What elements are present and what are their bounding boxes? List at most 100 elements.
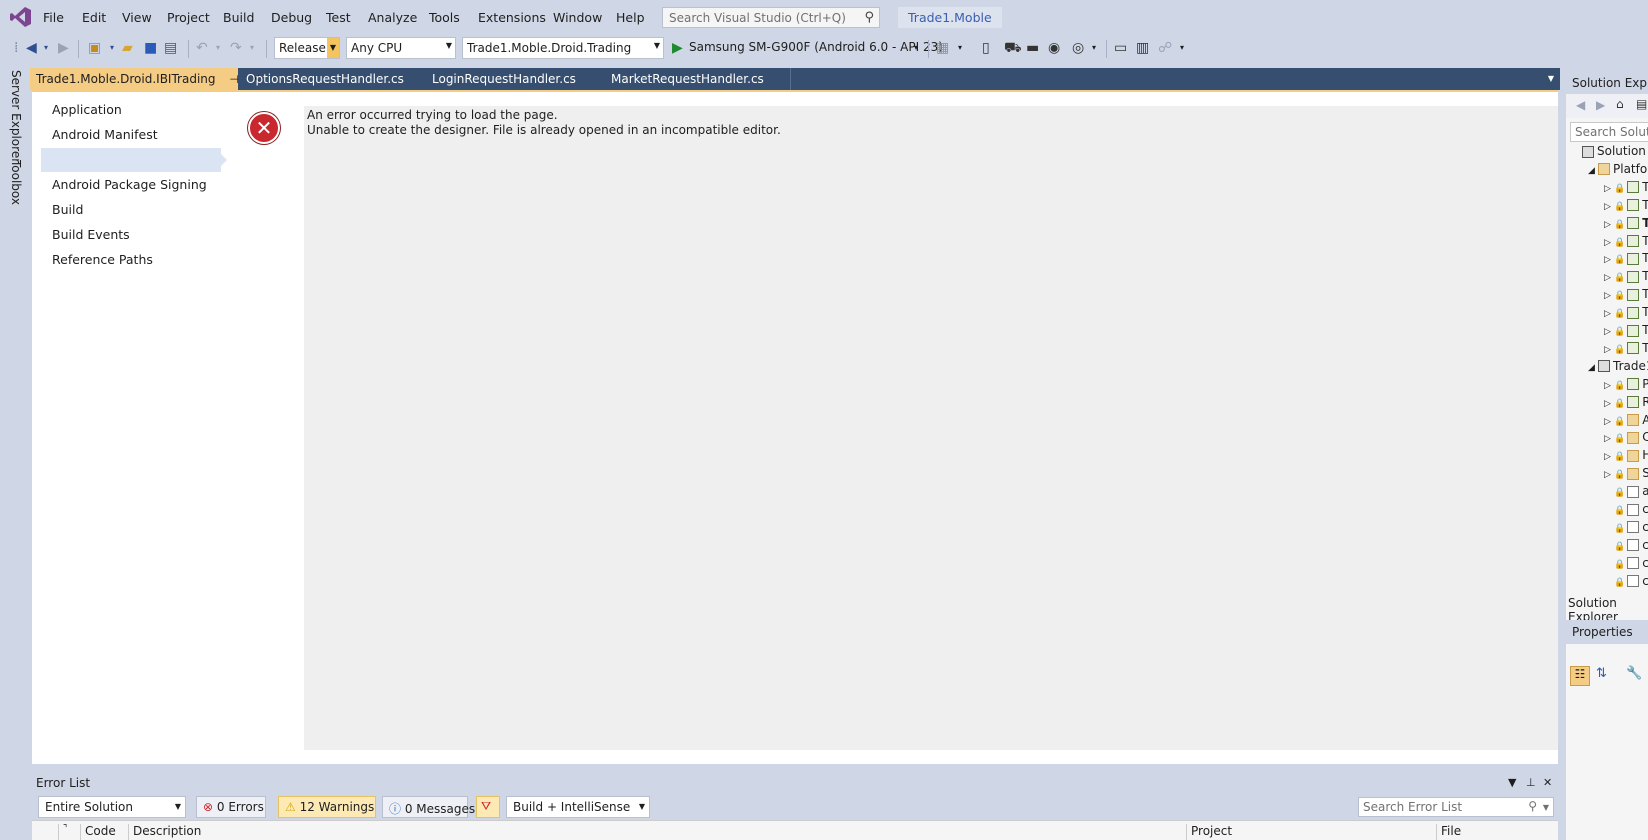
error-scope-combo[interactable]: Entire Solution ▼ xyxy=(38,796,186,818)
tree-item[interactable]: ▷🔒 Trade1 xyxy=(1604,180,1648,197)
tab-market-request-handler[interactable]: MarketRequestHandler.cs xyxy=(605,68,791,90)
tree-item[interactable]: 🔒 config xyxy=(1604,538,1648,555)
home-icon[interactable]: ⌂ xyxy=(1616,97,1624,111)
expand-arrow-icon[interactable]: ▷ xyxy=(1604,202,1614,212)
tree-item[interactable]: ▷🔒 Trade1 xyxy=(1604,341,1648,358)
property-pages-icon[interactable]: 🔧 xyxy=(1626,666,1642,681)
expand-arrow-icon[interactable]: ▷ xyxy=(1604,327,1614,337)
expand-arrow-icon[interactable]: ▷ xyxy=(1604,238,1614,248)
toolbox-tab[interactable]: Toolbox xyxy=(9,160,23,205)
expand-arrow-icon[interactable]: ▷ xyxy=(1604,381,1614,391)
warnings-filter-button[interactable]: ⚠ 12 Warnings xyxy=(278,796,376,818)
tree-item[interactable]: ▷🔒 Services xyxy=(1604,466,1648,483)
adb-command-prompt-icon[interactable]: ▬ xyxy=(1026,40,1039,56)
column-code[interactable]: Code xyxy=(80,824,128,840)
expand-arrow-icon[interactable]: ▷ xyxy=(1604,399,1614,409)
tree-item[interactable]: 🔒 config xyxy=(1604,556,1648,573)
undo-icon[interactable]: ↶ xyxy=(196,40,208,56)
column-project[interactable]: Project xyxy=(1186,824,1436,840)
tree-item[interactable]: ▷🔒 Apps xyxy=(1604,413,1648,430)
expand-arrow-icon[interactable]: ▷ xyxy=(1604,452,1614,462)
menu-window[interactable]: Window xyxy=(553,10,602,25)
search-options-icon[interactable]: ▼ xyxy=(1543,803,1549,812)
menu-tools[interactable]: Tools xyxy=(429,10,460,25)
menu-extensions[interactable]: Extensions xyxy=(478,10,546,25)
errors-filter-button[interactable]: ⊗ 0 Errors xyxy=(196,796,266,818)
menu-edit[interactable]: Edit xyxy=(82,10,106,25)
menu-view[interactable]: View xyxy=(122,10,152,25)
navigate-forward-icon[interactable]: ▶ xyxy=(58,40,69,56)
solution-configuration-combo[interactable]: Release ▼ xyxy=(274,37,340,59)
tree-item[interactable]: 🔒 config xyxy=(1604,574,1648,591)
navigate-back-icon[interactable]: ◀ xyxy=(26,40,37,56)
switch-views-icon[interactable]: ▤ xyxy=(1636,97,1647,111)
tab-ibitrading-properties[interactable]: Trade1.Moble.Droid.IBITrading ⊣ ✕ xyxy=(30,68,261,90)
network-icon[interactable]: ☍ xyxy=(1158,40,1172,56)
expand-arrow-icon[interactable]: ▷ xyxy=(1604,255,1614,265)
toolbar-overflow-icon[interactable]: ▾ xyxy=(1180,40,1184,56)
nav-android-package-signing[interactable]: Android Package Signing xyxy=(52,177,207,192)
categorized-icon[interactable]: ☷ xyxy=(1570,666,1590,686)
alphabetical-icon[interactable]: ⇅ xyxy=(1596,666,1607,681)
new-project-icon[interactable]: ▣ xyxy=(88,40,101,56)
error-list-search[interactable]: Search Error List ⚲ ▼ xyxy=(1358,797,1554,817)
nav-build[interactable]: Build xyxy=(52,202,83,217)
tab-overflow-icon[interactable]: ▼ xyxy=(1548,74,1554,83)
menu-file[interactable]: File xyxy=(43,10,64,25)
tree-item[interactable]: ▷🔒 Trade1 xyxy=(1604,287,1648,304)
server-explorer-tab[interactable]: Server Explorer xyxy=(9,70,23,163)
xamarin-inspector-icon[interactable]: ◎ xyxy=(1072,40,1084,56)
save-all-icon[interactable]: ▤ xyxy=(164,40,177,56)
save-icon[interactable]: ■ xyxy=(144,40,157,56)
tree-item[interactable]: ▷🔒 Trade1 xyxy=(1604,251,1648,268)
collapse-arrow-icon[interactable]: ◢ xyxy=(1588,363,1598,373)
redo-dropdown-icon[interactable]: ▾ xyxy=(250,40,254,56)
menu-analyze[interactable]: Analyze xyxy=(368,10,417,25)
android-device-manager-icon[interactable]: ▦ xyxy=(936,40,949,56)
deploy-icon[interactable]: ▯ xyxy=(982,40,990,56)
nav-build-events[interactable]: Build Events xyxy=(52,227,130,242)
tree-item[interactable]: ▷🔒 Common xyxy=(1604,430,1648,447)
device-manager-dropdown-icon[interactable]: ▾ xyxy=(958,40,962,56)
auto-hide-pin-icon[interactable]: ⊥ xyxy=(1526,776,1536,789)
tree-item[interactable]: ◢ Platforms xyxy=(1588,162,1648,179)
startup-project-combo[interactable]: Trade1.Moble.Droid.Trading ▼ xyxy=(462,37,664,59)
nav-reference-paths[interactable]: Reference Paths xyxy=(52,252,153,267)
tab-login-request-handler[interactable]: LoginRequestHandler.cs xyxy=(426,68,610,90)
expand-arrow-icon[interactable]: ▷ xyxy=(1604,434,1614,444)
solution-explorer-search[interactable]: Search Solution Explorer xyxy=(1570,122,1648,142)
tree-item[interactable]: ▷🔒 Properties xyxy=(1604,377,1648,394)
back-icon[interactable]: ◀ xyxy=(1576,98,1585,112)
profiler-icon[interactable]: ◉ xyxy=(1048,40,1060,56)
tree-item[interactable]: ▷🔒 Helpers xyxy=(1604,448,1648,465)
expand-arrow-icon[interactable]: ▷ xyxy=(1604,417,1614,427)
column-category-icon[interactable]: ⌝ xyxy=(58,824,80,840)
inspector-dropdown-icon[interactable]: ▾ xyxy=(1092,40,1096,56)
tree-item[interactable]: ▷🔒 Trade1 xyxy=(1604,323,1648,340)
tree-item[interactable]: 🔒 app.config xyxy=(1604,484,1648,501)
device-preview-icon[interactable]: ▭ xyxy=(1114,40,1127,56)
tree-item[interactable]: ▷🔒 Trade1 xyxy=(1604,198,1648,215)
menu-help[interactable]: Help xyxy=(616,10,645,25)
build-intellisense-combo[interactable]: Build + IntelliSense ▼ xyxy=(506,796,650,818)
tree-item[interactable]: ◢ Trade1 xyxy=(1588,359,1648,376)
expand-arrow-icon[interactable]: ▷ xyxy=(1604,273,1614,283)
window-position-icon[interactable]: ▼ xyxy=(1508,776,1516,789)
quick-launch-search[interactable]: Search Visual Studio (Ctrl+Q) ⚲ xyxy=(662,7,880,28)
filter-toggle-button[interactable]: ⛛ xyxy=(476,796,500,818)
nav-android-manifest[interactable]: Android Manifest xyxy=(52,127,158,142)
back-dropdown-icon[interactable]: ▾ xyxy=(44,40,48,56)
tab-options-request-handler[interactable]: OptionsRequestHandler.cs xyxy=(240,68,428,90)
forward-icon[interactable]: ▶ xyxy=(1596,98,1605,112)
expand-arrow-icon[interactable]: ▷ xyxy=(1604,184,1614,194)
tree-item[interactable]: Solution 'Trade1.Moble' xyxy=(1572,144,1648,161)
debug-target-device[interactable]: Samsung SM-G900F (Android 6.0 - API 23) xyxy=(689,39,943,55)
tree-item[interactable]: ▷🔒 Trade1 xyxy=(1604,269,1648,286)
expand-arrow-icon[interactable]: ▷ xyxy=(1604,345,1614,355)
expand-arrow-icon[interactable]: ▷ xyxy=(1604,309,1614,319)
tree-item[interactable]: ▷🔒 Trade1 xyxy=(1604,234,1648,251)
new-project-dropdown-icon[interactable]: ▾ xyxy=(110,40,114,56)
solution-platform-combo[interactable]: Any CPU ▼ xyxy=(346,37,456,59)
android-sdk-icon[interactable]: ⛟ xyxy=(1004,40,1022,56)
nav-application[interactable]: Application xyxy=(52,102,122,117)
